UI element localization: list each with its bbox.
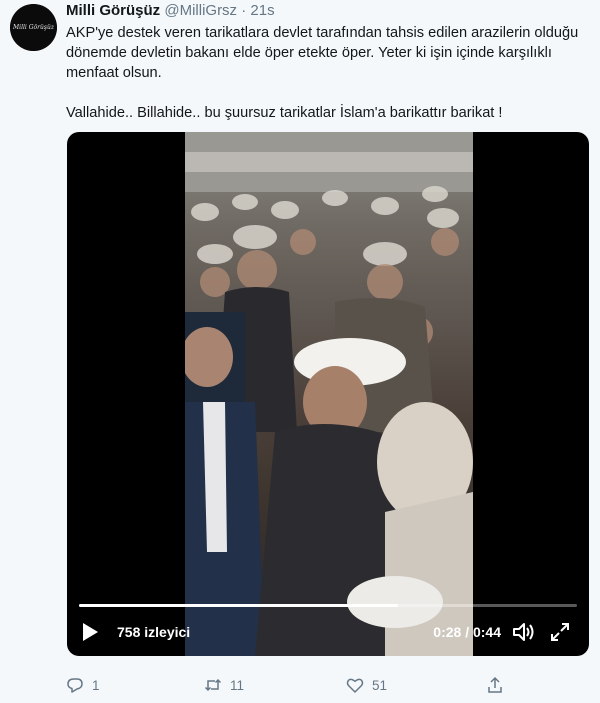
view-count: 758 izleyici <box>117 624 191 640</box>
like-count: 51 <box>372 677 388 693</box>
retweet-button[interactable]: 11 <box>204 676 244 694</box>
video-controls: 758 izleyici 0:28 / 0:44 <box>79 618 577 648</box>
video-player[interactable]: 758 izleyici 0:28 / 0:44 <box>67 132 589 656</box>
progress-bar[interactable] <box>79 604 577 607</box>
fullscreen-icon[interactable] <box>549 621 571 643</box>
timestamp[interactable]: 21s <box>250 2 274 19</box>
avatar-text: Milli Görüşüz <box>13 24 54 31</box>
tweet-paragraph-1: AKP'ye destek veren tarikatlara devlet t… <box>66 25 579 81</box>
avatar[interactable]: Milli Görüşüz <box>10 4 57 51</box>
tweet-paragraph-2: Vallahide.. Billahide.. bu şuursuz tarik… <box>66 105 503 121</box>
volume-icon[interactable] <box>511 621 535 643</box>
separator: · <box>241 2 247 19</box>
tweet: Milli Görüşüz Milli Görüşüz @MilliGrsz ·… <box>0 0 600 703</box>
tweet-actions: 1 11 51 <box>66 676 546 698</box>
tweet-header: Milli Görüşüz @MilliGrsz · 21s <box>66 2 275 19</box>
video-still <box>185 132 473 656</box>
reply-icon <box>67 678 83 693</box>
play-icon[interactable] <box>83 623 98 641</box>
timecode: 0:28 / 0:44 <box>433 624 501 640</box>
user-handle[interactable]: @MilliGrsz <box>164 2 237 19</box>
reply-count: 1 <box>92 677 100 693</box>
display-name[interactable]: Milli Görüşüz <box>66 2 160 19</box>
retweet-icon <box>204 678 222 692</box>
like-button[interactable]: 51 <box>346 676 387 694</box>
share-button[interactable] <box>486 676 504 694</box>
video-frame <box>185 132 473 656</box>
retweet-count: 11 <box>230 677 245 693</box>
share-icon <box>488 676 502 693</box>
tweet-text: AKP'ye destek veren tarikatlara devlet t… <box>66 23 586 123</box>
like-icon <box>346 678 364 693</box>
progress-fill <box>79 604 398 607</box>
reply-button[interactable]: 1 <box>66 676 100 694</box>
